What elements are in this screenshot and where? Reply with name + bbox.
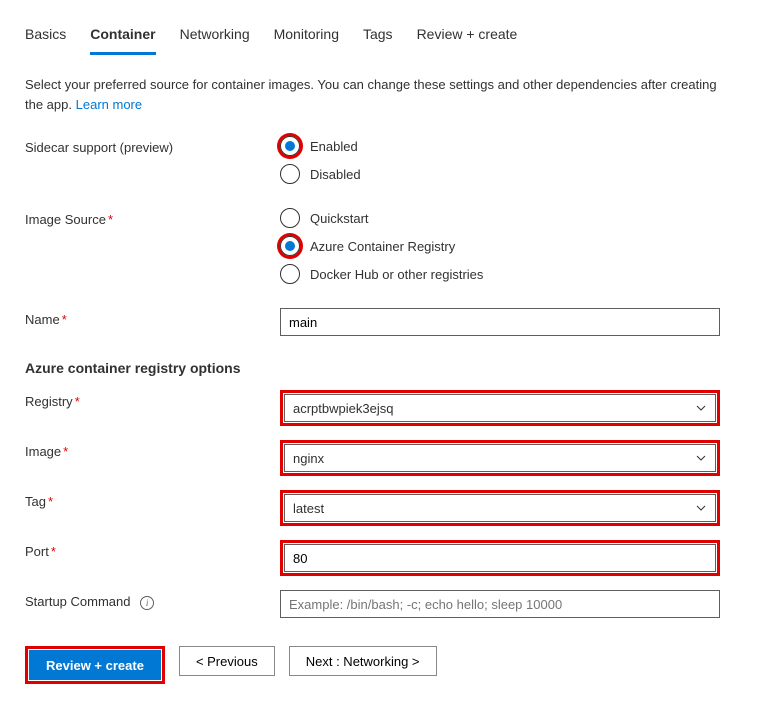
sidecar-disabled-radio[interactable]: Disabled	[280, 164, 720, 184]
learn-more-link[interactable]: Learn more	[76, 97, 142, 112]
sidecar-label: Sidecar support (preview)	[25, 136, 280, 155]
radio-icon	[280, 136, 300, 156]
review-create-button[interactable]: Review + create	[29, 650, 161, 680]
acr-section-heading: Azure container registry options	[25, 360, 734, 376]
intro-text: Select your preferred source for contain…	[25, 75, 734, 114]
radio-icon	[280, 236, 300, 256]
radio-label: Docker Hub or other registries	[310, 267, 483, 282]
tag-value: latest	[293, 501, 324, 516]
sidecar-enabled-radio[interactable]: Enabled	[280, 136, 720, 156]
radio-icon	[280, 208, 300, 228]
chevron-down-icon	[695, 402, 707, 414]
info-icon[interactable]: i	[140, 596, 154, 610]
radio-label: Azure Container Registry	[310, 239, 455, 254]
radio-label: Quickstart	[310, 211, 369, 226]
startup-input[interactable]	[280, 590, 720, 618]
tab-container[interactable]: Container	[90, 20, 155, 55]
tag-select[interactable]: latest	[284, 494, 716, 522]
required-star: *	[48, 494, 53, 509]
radio-label: Enabled	[310, 139, 358, 154]
tab-bar: Basics Container Networking Monitoring T…	[25, 20, 734, 55]
required-star: *	[63, 444, 68, 459]
image-value: nginx	[293, 451, 324, 466]
tab-networking[interactable]: Networking	[180, 20, 250, 54]
image-source-quickstart-radio[interactable]: Quickstart	[280, 208, 720, 228]
registry-label: Registry*	[25, 390, 280, 409]
image-source-radio-group: Quickstart Azure Container Registry Dock…	[280, 208, 720, 284]
image-select[interactable]: nginx	[284, 444, 716, 472]
registry-highlight: acrptbwpiek3ejsq	[280, 390, 720, 426]
tab-review[interactable]: Review + create	[417, 20, 518, 54]
review-create-highlight: Review + create	[25, 646, 165, 684]
required-star: *	[62, 312, 67, 327]
radio-label: Disabled	[310, 167, 361, 182]
image-source-label: Image Source*	[25, 208, 280, 227]
tab-basics[interactable]: Basics	[25, 20, 66, 54]
port-input[interactable]	[284, 544, 716, 572]
port-label: Port*	[25, 540, 280, 559]
tab-tags[interactable]: Tags	[363, 20, 393, 54]
radio-icon	[280, 264, 300, 284]
registry-select[interactable]: acrptbwpiek3ejsq	[284, 394, 716, 422]
required-star: *	[51, 544, 56, 559]
tag-label: Tag*	[25, 490, 280, 509]
port-highlight	[280, 540, 720, 576]
image-highlight: nginx	[280, 440, 720, 476]
name-label: Name*	[25, 308, 280, 327]
image-source-acr-radio[interactable]: Azure Container Registry	[280, 236, 720, 256]
radio-icon	[280, 164, 300, 184]
sidecar-radio-group: Enabled Disabled	[280, 136, 720, 184]
required-star: *	[75, 394, 80, 409]
previous-button[interactable]: < Previous	[179, 646, 275, 676]
required-star: *	[108, 212, 113, 227]
registry-value: acrptbwpiek3ejsq	[293, 401, 393, 416]
image-source-docker-radio[interactable]: Docker Hub or other registries	[280, 264, 720, 284]
chevron-down-icon	[695, 452, 707, 464]
tag-highlight: latest	[280, 490, 720, 526]
tab-monitoring[interactable]: Monitoring	[274, 20, 339, 54]
footer-buttons: Review + create < Previous Next : Networ…	[25, 646, 437, 684]
startup-label: Startup Command i	[25, 590, 280, 610]
chevron-down-icon	[695, 502, 707, 514]
name-input[interactable]	[280, 308, 720, 336]
next-button[interactable]: Next : Networking >	[289, 646, 437, 676]
image-label: Image*	[25, 440, 280, 459]
